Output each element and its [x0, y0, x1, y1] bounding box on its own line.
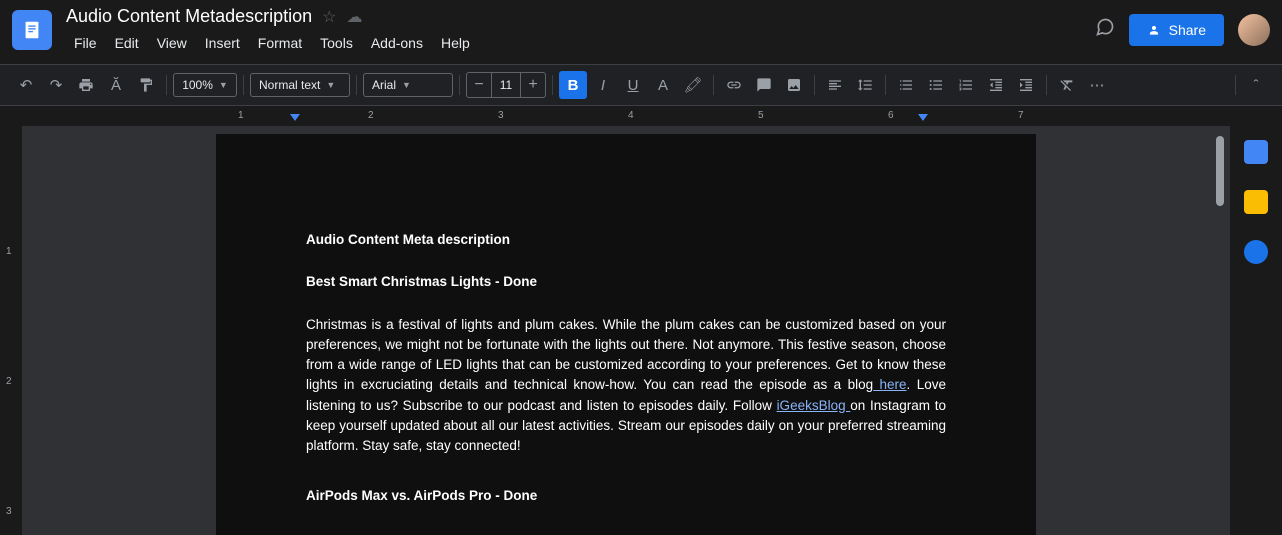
horizontal-ruler[interactable]: 1 2 3 4 5 6 7 — [182, 106, 1282, 126]
calendar-icon[interactable] — [1244, 140, 1268, 164]
menu-view[interactable]: View — [149, 31, 195, 55]
menu-file[interactable]: File — [66, 31, 105, 55]
indent-increase-icon[interactable] — [1012, 71, 1040, 99]
paint-format-icon[interactable] — [132, 71, 160, 99]
share-label: Share — [1169, 22, 1206, 38]
bold-button[interactable]: B — [559, 71, 587, 99]
clear-formatting-icon[interactable] — [1053, 71, 1081, 99]
menu-insert[interactable]: Insert — [197, 31, 248, 55]
font-size-increase[interactable]: + — [521, 73, 545, 97]
zoom-select[interactable]: 100%▼ — [173, 73, 237, 97]
page[interactable]: Audio Content Meta description Best Smar… — [216, 134, 1036, 535]
document-title[interactable]: Audio Content Metadescription — [66, 6, 312, 27]
image-icon[interactable] — [780, 71, 808, 99]
docs-logo-icon[interactable] — [12, 10, 52, 50]
undo-icon[interactable]: ↶ — [12, 71, 40, 99]
align-button[interactable] — [821, 71, 849, 99]
menu-help[interactable]: Help — [433, 31, 478, 55]
spellcheck-icon[interactable]: Ă — [102, 71, 130, 99]
menubar: File Edit View Insert Format Tools Add-o… — [66, 31, 1095, 55]
underline-button[interactable]: U — [619, 71, 647, 99]
italic-button[interactable]: I — [589, 71, 617, 99]
document-canvas[interactable]: Audio Content Meta description Best Smar… — [22, 126, 1230, 535]
toolbar: ↶ ↷ Ă 100%▼ Normal text▼ Arial▼ − + B I … — [0, 64, 1282, 106]
link-igeeksblog[interactable]: iGeeksBlog — [777, 398, 851, 413]
indent-decrease-icon[interactable] — [982, 71, 1010, 99]
link-icon[interactable] — [720, 71, 748, 99]
link-here[interactable]: here — [873, 377, 906, 392]
section-heading[interactable]: AirPods Max vs. AirPods Pro - Done — [306, 486, 946, 506]
section-heading[interactable]: Best Smart Christmas Lights - Done — [306, 272, 946, 292]
scrollbar-thumb[interactable] — [1216, 136, 1224, 206]
text-color-button[interactable]: A — [649, 71, 677, 99]
font-select[interactable]: Arial▼ — [363, 73, 453, 97]
share-button[interactable]: Share — [1129, 14, 1224, 46]
font-size-decrease[interactable]: − — [467, 73, 491, 97]
doc-heading[interactable]: Audio Content Meta description — [306, 230, 946, 250]
side-panel — [1230, 126, 1282, 535]
indent-marker-left[interactable] — [290, 114, 300, 121]
menu-format[interactable]: Format — [250, 31, 310, 55]
account-avatar[interactable] — [1238, 14, 1270, 46]
font-size-input[interactable] — [491, 73, 521, 97]
cloud-saved-icon[interactable]: ☁ — [347, 7, 363, 27]
indent-marker-right[interactable] — [918, 114, 928, 121]
menu-addons[interactable]: Add-ons — [363, 31, 431, 55]
paragraph-style-select[interactable]: Normal text▼ — [250, 73, 350, 97]
collapse-toolbar-icon[interactable]: ˆ — [1242, 71, 1270, 99]
star-icon[interactable]: ☆ — [322, 7, 336, 27]
body-paragraph[interactable]: Christmas is a festival of lights and pl… — [306, 315, 946, 457]
checklist-icon[interactable] — [892, 71, 920, 99]
font-size-control: − + — [466, 72, 546, 98]
comments-icon[interactable] — [1095, 17, 1115, 43]
numbered-list-icon[interactable] — [952, 71, 980, 99]
redo-icon[interactable]: ↷ — [42, 71, 70, 99]
print-icon[interactable] — [72, 71, 100, 99]
tasks-icon[interactable] — [1244, 240, 1268, 264]
keep-icon[interactable] — [1244, 190, 1268, 214]
line-spacing-button[interactable] — [851, 71, 879, 99]
comment-icon[interactable] — [750, 71, 778, 99]
menu-edit[interactable]: Edit — [107, 31, 147, 55]
vertical-ruler[interactable]: 1 2 3 — [0, 126, 22, 535]
bullet-list-icon[interactable] — [922, 71, 950, 99]
highlight-button[interactable]: 🖍 — [679, 71, 707, 99]
more-icon[interactable]: ⋯ — [1083, 71, 1111, 99]
menu-tools[interactable]: Tools — [312, 31, 361, 55]
